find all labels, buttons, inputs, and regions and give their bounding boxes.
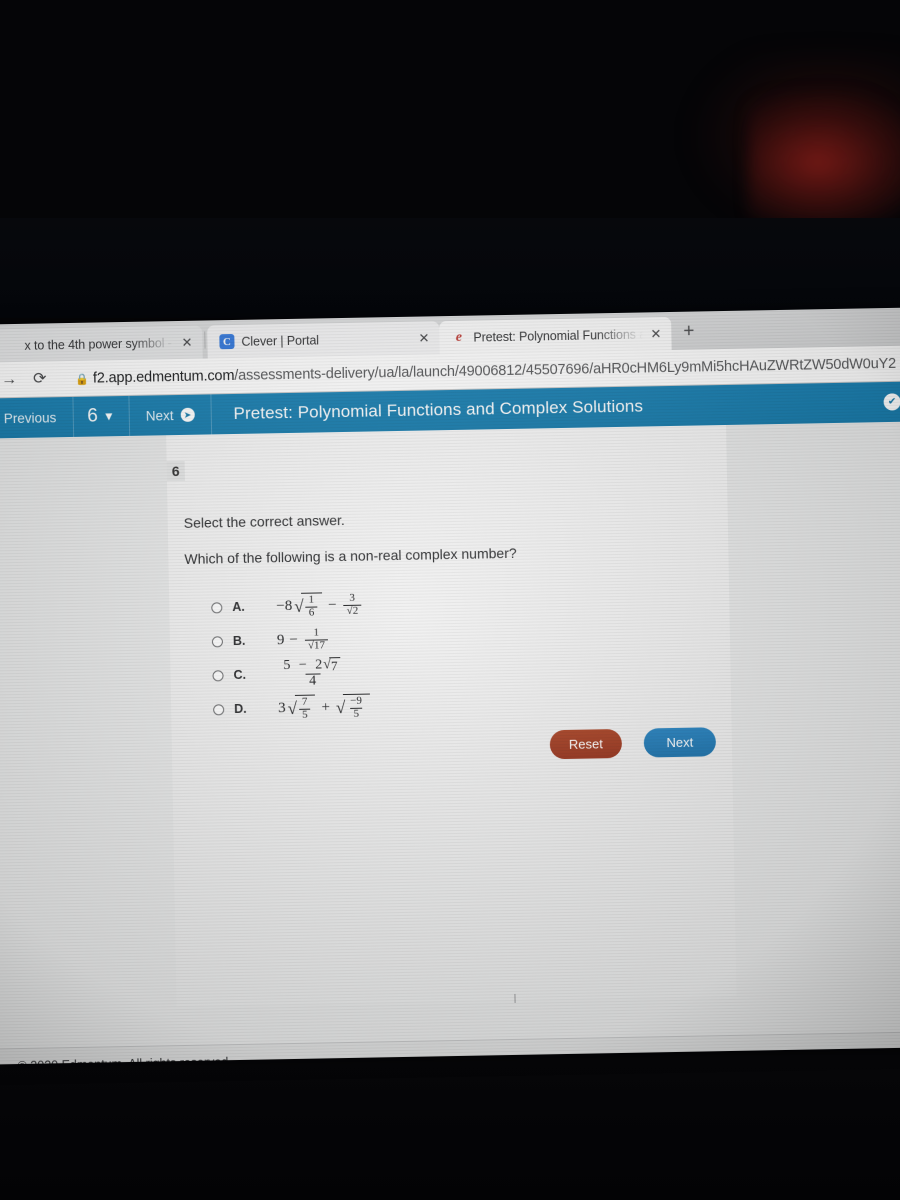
option-b-operator: − bbox=[289, 631, 299, 648]
previous-button-label: Previous bbox=[3, 409, 57, 426]
browser-tab-2-label: Pretest: Polynomial Functions a bbox=[473, 326, 644, 345]
edmentum-icon: e bbox=[455, 329, 463, 345]
option-c-expression: 5 − 2 √ 7 4 bbox=[277, 657, 348, 690]
next-nav-label: Next bbox=[145, 407, 174, 424]
assessment-body: 6 Select the correct answer. Which of th… bbox=[0, 421, 900, 1049]
option-d-coefficient: 3 bbox=[278, 699, 286, 716]
assessment-title: Pretest: Polynomial Functions and Comple… bbox=[233, 396, 644, 424]
option-a-operator: − bbox=[327, 596, 337, 613]
answer-option-d[interactable]: D. 3 √ 7 5 + √ −9 5 bbox=[213, 684, 684, 727]
browser-tab-2[interactable]: e Pretest: Polynomial Functions a ✕ bbox=[439, 316, 672, 355]
radio-option-a[interactable] bbox=[211, 601, 223, 613]
status-check-icon: ✔ bbox=[883, 393, 900, 411]
option-c-num-operator: − bbox=[298, 657, 307, 673]
option-d-letter: D. bbox=[234, 701, 247, 717]
radio-option-b[interactable] bbox=[211, 635, 224, 647]
clever-icon: C bbox=[219, 333, 235, 350]
option-c-numerator: 5 − 2 √ 7 bbox=[279, 657, 345, 674]
reload-icon[interactable]: ⟳ bbox=[33, 370, 47, 387]
option-b-expression: 9 − 1 √17 bbox=[276, 626, 330, 652]
browser-tab-0-label: x to the 4th power symbol - Goo bbox=[24, 335, 174, 353]
radical-icon: √ 1 6 bbox=[294, 592, 323, 619]
radical-icon: √ −9 5 bbox=[336, 693, 371, 721]
lock-icon: 🔒 bbox=[75, 373, 90, 386]
new-tab-button[interactable]: + bbox=[683, 321, 695, 343]
browser-tab-1-label: Clever | Portal bbox=[241, 332, 320, 349]
google-icon bbox=[2, 338, 17, 353]
option-a-letter: A. bbox=[232, 599, 245, 615]
option-c-num-left: 5 bbox=[283, 658, 291, 674]
option-d-radicand2-numerator: −9 bbox=[350, 694, 363, 707]
dark-band bbox=[0, 218, 900, 318]
arrow-right-icon: ➤ bbox=[180, 407, 195, 422]
browser-window: x to the 4th power symbol - Goo ✕ C Clev… bbox=[0, 307, 900, 1065]
close-tab-0-icon[interactable]: ✕ bbox=[181, 335, 192, 350]
question-selector[interactable]: 6 ▼ bbox=[72, 395, 131, 437]
radical-icon: √ 7 5 bbox=[287, 694, 316, 722]
option-b-fraction-numerator: 1 bbox=[313, 626, 320, 639]
option-a-radicand-numerator: 1 bbox=[308, 593, 315, 606]
close-tab-1-icon[interactable]: ✕ bbox=[418, 330, 429, 345]
reset-button[interactable]: Reset bbox=[549, 728, 623, 760]
option-a-fraction-numerator: 3 bbox=[349, 591, 356, 604]
option-a-fraction-denominator: √2 bbox=[343, 604, 362, 618]
option-c-radicand: 7 bbox=[328, 657, 341, 674]
option-b-letter: B. bbox=[232, 633, 246, 649]
radical-icon: √ 7 bbox=[323, 657, 341, 674]
next-button[interactable]: Next bbox=[643, 727, 717, 758]
question-stem: Which of the following is a non-real com… bbox=[184, 544, 517, 567]
address-bar[interactable]: 🔒 f2.app.edmentum.com/assessments-delive… bbox=[67, 355, 900, 387]
option-c-denominator: 4 bbox=[305, 673, 321, 690]
bottom-dark-area bbox=[0, 1055, 900, 1200]
option-a-expression: −8 √ 1 6 − 3 √2 bbox=[276, 592, 363, 620]
question-instruction: Select the correct answer. bbox=[183, 511, 345, 531]
question-card: 6 Select the correct answer. Which of th… bbox=[166, 424, 737, 1008]
option-a-radicand-denominator: 6 bbox=[305, 606, 318, 619]
option-a-coefficient: −8 bbox=[276, 597, 293, 614]
action-buttons: Reset Next bbox=[549, 727, 717, 760]
previous-button[interactable]: Previous bbox=[0, 396, 74, 439]
option-c-letter: C. bbox=[233, 667, 247, 683]
answer-options: A. −8 √ 1 6 − 3 √2 B. 9 − 1 √17 C. 5 − 2… bbox=[211, 582, 683, 727]
next-nav-button[interactable]: Next ➤ bbox=[129, 394, 212, 436]
radio-option-c[interactable] bbox=[212, 669, 224, 681]
url-host: f2.app.edmentum.com bbox=[92, 367, 235, 387]
question-number: 6 bbox=[166, 460, 185, 482]
scroll-indicator bbox=[514, 993, 516, 1003]
tab-divider bbox=[204, 331, 206, 349]
radio-option-d[interactable] bbox=[213, 703, 225, 715]
option-d-operator: + bbox=[321, 698, 331, 715]
forward-arrow-icon[interactable]: → bbox=[1, 370, 17, 387]
option-d-expression: 3 √ 7 5 + √ −9 5 bbox=[278, 693, 371, 721]
browser-tab-0[interactable]: x to the 4th power symbol - Goo ✕ bbox=[0, 325, 203, 363]
browser-tab-1[interactable]: C Clever | Portal ✕ bbox=[207, 321, 440, 359]
ambient-red-glow bbox=[748, 92, 900, 232]
option-d-radicand1-numerator: 7 bbox=[301, 695, 308, 708]
option-c-num-coefficient: 2 bbox=[315, 657, 323, 673]
option-d-radicand2-denominator: 5 bbox=[350, 707, 363, 720]
url-path: /assessments-delivery/ua/la/launch/49006… bbox=[234, 355, 897, 384]
question-selector-value: 6 bbox=[87, 405, 99, 427]
option-b-leading-term: 9 bbox=[276, 631, 285, 648]
option-d-radicand1-denominator: 5 bbox=[299, 708, 311, 721]
option-b-fraction-denominator: √17 bbox=[304, 638, 329, 652]
close-tab-2-icon[interactable]: ✕ bbox=[650, 326, 661, 341]
chevron-down-icon: ▼ bbox=[102, 409, 115, 424]
